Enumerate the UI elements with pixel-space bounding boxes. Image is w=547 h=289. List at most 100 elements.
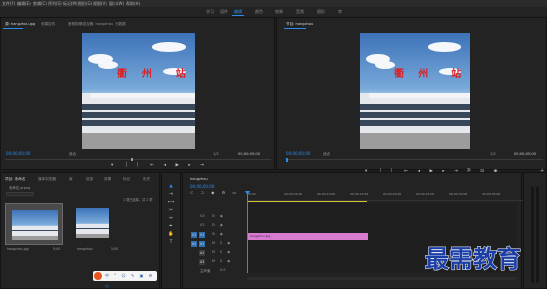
project-item-image-thumbnail [12, 210, 58, 240]
tab-info[interactable]: 信息 [86, 177, 93, 182]
workspace-assembly[interactable]: 组件 [220, 7, 228, 17]
menu-marker[interactable]: 标记(M) [63, 0, 78, 7]
menu-edit[interactable]: 编辑(E) [17, 0, 31, 7]
menu-sequence[interactable]: 序列(S) [48, 0, 62, 7]
track-label[interactable]: A3 [199, 259, 205, 265]
tab-program[interactable]: 节目: hangzhou [286, 22, 313, 27]
track-header-a1: A1 A1 M S ◉ [190, 240, 246, 248]
ripple-edit-tool-icon[interactable]: ⟷ [168, 200, 174, 206]
program-resolution-select[interactable]: 1/2 [490, 152, 496, 156]
pen-tool-icon[interactable]: ✒ [168, 224, 174, 230]
tab-libraries[interactable]: 库 [69, 177, 73, 182]
tab-source[interactable]: 源: hangzhou.jpg [5, 22, 35, 27]
program-scrubber[interactable] [285, 159, 543, 160]
track-label[interactable]: A2 [199, 250, 205, 256]
source-transport-controls[interactable]: ▾ ｛ ｝ ⇤ ◂ ▶ ▸ ⇥ [111, 163, 208, 168]
timeline-clip[interactable]: hangzhou.jpg [247, 233, 368, 240]
source-timecode-current[interactable]: 00;00;00;00 [6, 151, 30, 156]
program-timecode-duration: 00;00;05;00 [514, 152, 536, 156]
track-toggles[interactable]: M S ◉ [212, 259, 232, 263]
ruler-label: 00;00;25;00 [416, 192, 435, 196]
type-tool-icon[interactable]: T [168, 240, 174, 246]
hand-tool-icon[interactable]: ✋ [168, 232, 174, 238]
ime-tool-icons[interactable]: 中 ° ☺ ✎ ▣ ⚙ ▤ [105, 271, 157, 289]
menu-window[interactable]: 窗口(W) [109, 0, 124, 7]
selection-tool-icon[interactable]: ▲ [168, 184, 174, 190]
program-timecode-current[interactable]: 00;00;00;00 [286, 151, 310, 156]
source-resolution-select[interactable]: 1/2 [213, 152, 219, 156]
project-item-duration: 5;00 [111, 247, 119, 251]
track-header-a3: A3 M S ◉ [190, 258, 246, 266]
project-item-name: hangzhou.jpg [7, 247, 29, 251]
timeline-playhead[interactable] [247, 191, 248, 273]
ime-logo-icon [94, 272, 102, 280]
menu-help[interactable]: 帮助(H) [126, 0, 140, 7]
track-toggles[interactable]: ⊟ ◉ [212, 223, 225, 227]
track-toggles[interactable]: ⊟ ◉ [212, 232, 225, 236]
tab-effect-controls[interactable]: 效果控件 [41, 22, 55, 27]
photo-char-3: 站 [175, 69, 186, 81]
ruler-label: 00;00;30;00 [449, 192, 468, 196]
track-header-v2: V2 ⊟ ◉ [190, 222, 246, 230]
slip-tool-icon[interactable]: ↔ [168, 216, 174, 222]
track-label[interactable]: V2 [200, 223, 204, 227]
photo-char-2: 州 [141, 69, 152, 81]
source-scrubber[interactable] [5, 159, 271, 160]
tab-metadata[interactable]: 元数据 [115, 22, 126, 27]
project-panel: 项目: 未命名 媒体浏览器 库 信息 效果 标记 历史 未命名.prproj 1… [0, 172, 160, 289]
project-item-image[interactable] [5, 203, 63, 245]
program-photo-char-2: 州 [418, 69, 429, 81]
menu-view[interactable]: 视图(V) [93, 0, 107, 7]
ime-toolbar[interactable]: 中 ° ☺ ✎ ▣ ⚙ ▤ [93, 271, 157, 288]
track-toggles[interactable]: ⊟ ◉ [212, 214, 225, 218]
work-area-bar[interactable] [247, 201, 367, 202]
project-item-sequence[interactable] [76, 208, 109, 238]
project-search-input[interactable] [6, 192, 34, 196]
source-patch-v1[interactable]: V1 [191, 232, 197, 238]
project-item-duration: 5;00 [53, 247, 61, 251]
tab-history[interactable]: 历史 [143, 177, 150, 182]
source-playhead[interactable] [131, 158, 133, 161]
timeline-timecode[interactable]: 00;00;00;00 [190, 184, 214, 189]
source-fit-select[interactable]: 适合 [69, 152, 76, 157]
track-header-v3: V3 ⊟ ◉ [190, 213, 246, 221]
workspace-libraries[interactable]: 库 [338, 7, 342, 17]
project-item-sequence-thumbnail [76, 208, 109, 238]
timeline-zoom-scrollbar[interactable] [247, 277, 517, 280]
timeline-clip-label: hangzhou.jpg [250, 234, 271, 238]
timeline-options-icons[interactable]: ⊂ ⊃ ◆ ⚙ ▭ [190, 190, 239, 195]
active-workspace-underline [232, 15, 244, 16]
photo-char-1: 衢 [117, 69, 128, 81]
track-toggles[interactable]: M S ◉ [212, 250, 232, 254]
tab-underline [3, 28, 23, 29]
source-patch-a1[interactable]: A1 [191, 241, 197, 247]
source-monitor-panel: 源: hangzhou.jpg 效果控件 音频剪辑混合器: hangzhou 元… [0, 17, 275, 170]
tab-audio-mixer[interactable]: 音频剪辑混合器: hangzhou [68, 22, 113, 27]
master-track-volume[interactable]: 0.0 [220, 268, 225, 272]
track-label[interactable]: V3 [200, 214, 204, 218]
tab-sequence[interactable]: hangzhou [190, 177, 208, 181]
tab-markers[interactable]: 标记 [123, 177, 130, 182]
workspace-graphics[interactable]: 图形 [317, 7, 325, 17]
menu-clip[interactable]: 剪辑(C) [33, 0, 47, 7]
program-tab-underline [284, 28, 306, 29]
program-fit-select[interactable]: 适合 [323, 152, 330, 157]
menu-file[interactable]: 文件(F) [2, 0, 15, 7]
track-label[interactable]: A1 [199, 241, 205, 247]
menu-bar: 文件(F) 编辑(E) 剪辑(C) 序列(S) 标记(M) 图形(G) 视图(V… [0, 0, 547, 7]
tab-project[interactable]: 项目: 未命名 [5, 177, 25, 182]
tab-media-browser[interactable]: 媒体浏览器 [38, 177, 56, 182]
watermark-text: 最需教育 [425, 244, 522, 273]
razor-tool-icon[interactable]: ✂ [168, 208, 174, 214]
tab-effects[interactable]: 效果 [104, 177, 111, 182]
workspace-color[interactable]: 颜色 [255, 7, 263, 17]
workspace-learn[interactable]: 学习 [206, 7, 214, 17]
track-label[interactable]: V1 [199, 232, 205, 238]
workspace-effects[interactable]: 效果 [275, 7, 283, 17]
track-toggles[interactable]: M S ◉ [212, 241, 232, 245]
track-select-tool-icon[interactable]: ⇥ [168, 192, 174, 198]
program-playhead[interactable] [286, 158, 288, 162]
workspace-audio[interactable]: 音频 [296, 7, 304, 17]
menu-graphics[interactable]: 图形(G) [78, 0, 92, 7]
source-timecode-duration: 00;00;05;00 [238, 152, 260, 156]
